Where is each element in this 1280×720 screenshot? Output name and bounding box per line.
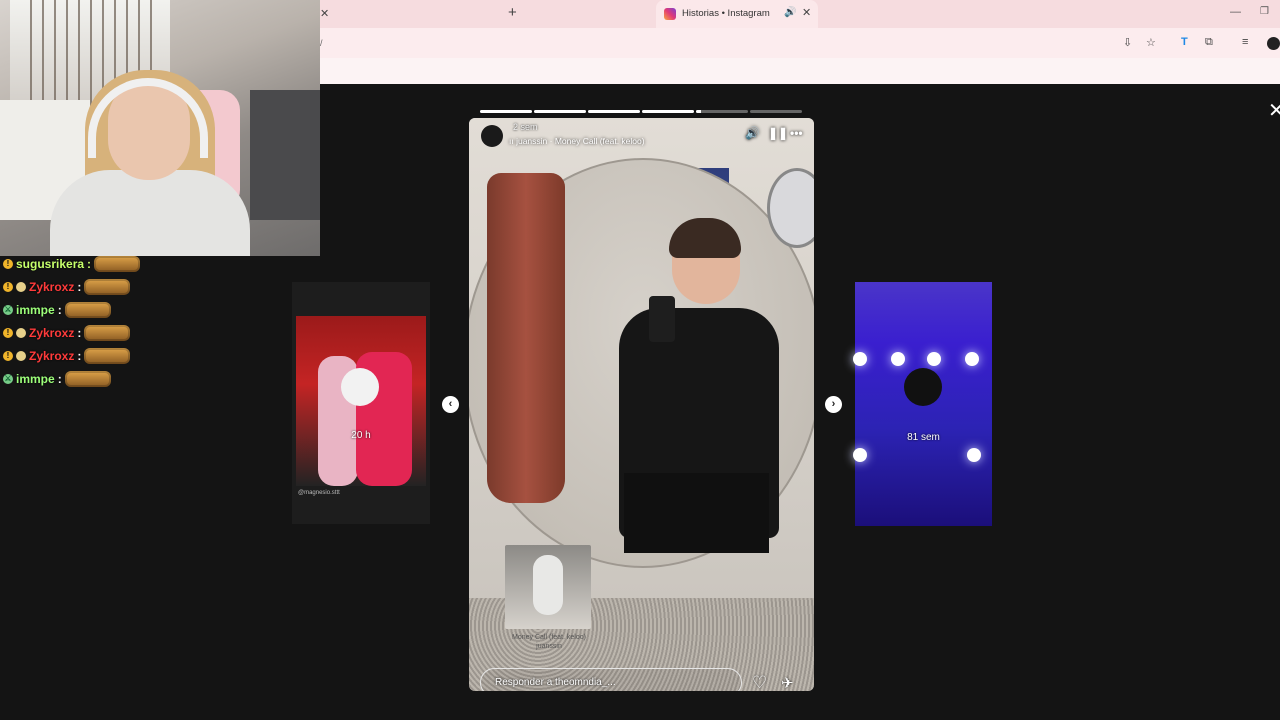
close-viewer-icon[interactable]: ✕: [1268, 98, 1280, 123]
next-story-avatar: [904, 368, 942, 406]
star-icon[interactable]: ☆: [1146, 36, 1156, 49]
browser-tab-instagram[interactable]: Historias • Instagram 🔊 ✕: [656, 0, 818, 28]
story-progress-segment: [750, 110, 802, 113]
reply-input[interactable]: Responder a theomndia_...: [480, 668, 742, 691]
sub-badge-icon: !: [3, 327, 13, 338]
playlist-icon[interactable]: ≡: [1242, 36, 1248, 48]
chat-username: immpe: [16, 302, 55, 317]
sub-badge-icon: !: [3, 281, 13, 292]
stream-chat: ! sugusrikera: ! Zykroxz: ⚔ immpe: ! Zyk…: [0, 252, 200, 390]
story-progress-fill: [534, 110, 586, 113]
story-towel: [487, 173, 565, 503]
chat-message: ⚔ immpe:: [0, 367, 200, 390]
crown-badge-icon: [16, 350, 26, 361]
restore-icon[interactable]: ❐: [1260, 6, 1269, 17]
previous-story-button[interactable]: ‹: [442, 396, 459, 413]
speaker-icon[interactable]: 🔊: [784, 7, 796, 18]
next-story-button[interactable]: ›: [825, 396, 842, 413]
screen: ✕ Historias • Instagram 🔊 ✕ + — ❐ / ⇩ ☆ …: [0, 0, 1280, 720]
story-person-shorts: [624, 473, 769, 553]
install-icon[interactable]: ⇩: [1123, 36, 1132, 49]
story-progress-segment: [696, 110, 748, 113]
emote-icon: [94, 255, 141, 272]
story-progress-bar: [480, 110, 802, 113]
chat-username: Zykroxz: [29, 325, 75, 340]
story-header: 2 sem ıı juanssin · Money Call (feat. ke…: [479, 122, 804, 158]
previous-story-time: 20 h: [351, 430, 371, 441]
emote-icon: [84, 324, 131, 341]
browser-toolbar: / ⇩ ☆ T ⧉ ≡: [320, 28, 1280, 58]
stage-light: [927, 352, 941, 366]
next-story-time: 81 sem: [907, 432, 940, 443]
previous-story-username: @magnesio.sttt: [298, 490, 340, 496]
previous-story-card[interactable]: 20 h @magnesio.sttt: [292, 282, 430, 524]
stage-light: [853, 448, 867, 462]
music-sticker-title: Money Call (feat. keloo): [512, 634, 586, 641]
webcam-overlay: [0, 0, 320, 256]
story-progress-fill: [696, 110, 702, 113]
pause-icon[interactable]: ❚❚: [768, 126, 788, 140]
music-sticker-image: [533, 555, 563, 615]
story-progress-segment: [480, 110, 532, 113]
music-sticker-artist: juanssin: [536, 643, 562, 650]
stage-light: [891, 352, 905, 366]
crown-badge-icon: [16, 327, 26, 338]
more-options-icon[interactable]: •••: [790, 126, 803, 140]
story-progress-segment: [588, 110, 640, 113]
webcam-shelf: [250, 90, 320, 220]
story-avatar[interactable]: [481, 125, 503, 147]
minimize-icon[interactable]: —: [1230, 6, 1241, 18]
stage-light: [965, 352, 979, 366]
emote-icon: [84, 278, 131, 295]
music-sticker-caption: Money Call (feat. keloo) juanssin: [499, 633, 599, 651]
mod-badge-icon: ⚔: [3, 304, 13, 315]
chat-message: ! sugusrikera:: [0, 252, 200, 275]
heart-icon[interactable]: ♡: [752, 673, 767, 691]
chat-message: ! Zykroxz:: [0, 321, 200, 344]
send-icon[interactable]: ✈: [781, 674, 794, 691]
story-progress-segment: [534, 110, 586, 113]
emote-icon: [64, 370, 111, 387]
current-story[interactable]: 2 sem ıı juanssin · Money Call (feat. ke…: [469, 118, 814, 691]
chat-message: ! Zykroxz:: [0, 344, 200, 367]
story-phone: [649, 296, 675, 342]
story-progress-fill: [642, 110, 694, 113]
music-sticker[interactable]: [505, 545, 591, 629]
profile-icon[interactable]: [1267, 37, 1280, 50]
volume-icon[interactable]: 🔊: [745, 126, 760, 140]
story-time: 2 sem: [513, 122, 538, 132]
sub-badge-icon: !: [3, 258, 13, 269]
new-tab-plus-icon[interactable]: +: [508, 4, 517, 21]
previous-story-avatar: [341, 368, 379, 406]
story-progress-fill: [588, 110, 640, 113]
chat-message: ! Zykroxz:: [0, 275, 200, 298]
emote-icon: [84, 347, 131, 364]
next-story-card[interactable]: 81 sem: [853, 282, 992, 526]
close-icon[interactable]: ✕: [320, 7, 329, 20]
tab-close-icon[interactable]: ✕: [802, 6, 811, 19]
stage-light: [853, 352, 867, 366]
story-progress-fill: [480, 110, 532, 113]
chat-username: Zykroxz: [29, 279, 75, 294]
webcam-person-shirt: [50, 170, 250, 256]
tab-title: Historias • Instagram: [682, 8, 770, 19]
instagram-favicon-icon: [664, 8, 676, 20]
stage-light: [967, 448, 981, 462]
chat-username: immpe: [16, 371, 55, 386]
browser-tab-strip: ✕ Historias • Instagram 🔊 ✕ + — ❐: [320, 0, 1280, 28]
chat-username: sugusrikera: [16, 256, 85, 271]
mod-badge-icon: ⚔: [3, 373, 13, 384]
crown-badge-icon: [16, 281, 26, 292]
extension-icon[interactable]: ⧉: [1205, 36, 1213, 49]
translate-icon[interactable]: T: [1181, 36, 1188, 48]
story-progress-segment: [642, 110, 694, 113]
reply-placeholder: Responder a theomndia_...: [495, 677, 616, 688]
chat-username: Zykroxz: [29, 348, 75, 363]
emote-icon: [64, 301, 111, 318]
chat-message: ⚔ immpe:: [0, 298, 200, 321]
address-bar[interactable]: /: [320, 38, 323, 48]
story-music-label[interactable]: ıı juanssin · Money Call (feat. keloo): [509, 136, 645, 146]
sub-badge-icon: !: [3, 350, 13, 361]
page-header-area: [320, 58, 1280, 84]
